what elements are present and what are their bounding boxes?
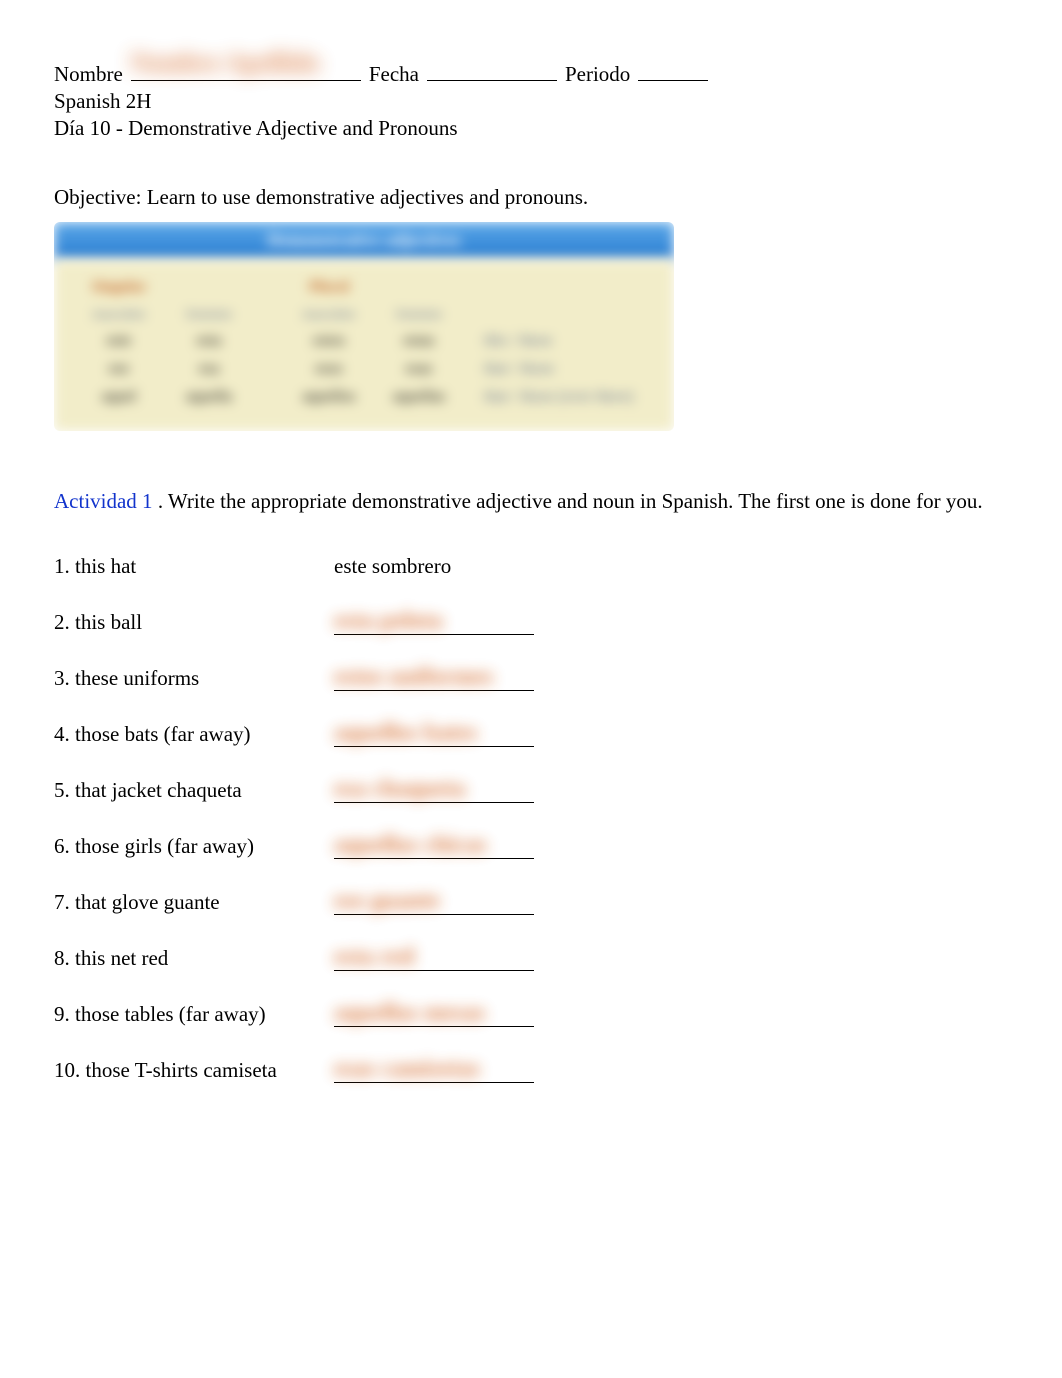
chart-title: Demonstrative adjectives bbox=[54, 222, 674, 260]
cell: este bbox=[74, 332, 164, 350]
lesson-title: Día 10 - Demonstrative Adjective and Pro… bbox=[54, 116, 1008, 141]
activity-prompt: 8. this net red bbox=[54, 946, 334, 971]
cell: aquellos bbox=[284, 388, 374, 406]
chart-row-1: este esta estos estas this / these bbox=[74, 327, 654, 355]
activity-answer: este sombrero bbox=[334, 554, 694, 579]
cell-gloss: that / those bbox=[464, 360, 654, 378]
activity-answer[interactable]: esta pelota bbox=[334, 612, 694, 635]
nombre-blank[interactable] bbox=[131, 60, 361, 81]
chart-group-singular: Singular bbox=[74, 279, 164, 296]
fecha-blank[interactable] bbox=[427, 60, 557, 81]
activity-1: Actividad 1 . Write the appropriate demo… bbox=[54, 487, 1008, 515]
periodo-label: Periodo bbox=[565, 62, 630, 87]
activity-prompt: 4. those bats (far away) bbox=[54, 722, 334, 747]
cell: esas bbox=[374, 360, 464, 378]
answer-blank[interactable] bbox=[334, 836, 534, 859]
activity-item: 6. those girls (far away)aquellas chicas bbox=[54, 831, 1008, 859]
answer-blank[interactable] bbox=[334, 892, 534, 915]
activity-prompt: 1. this hat bbox=[54, 554, 334, 579]
cell-gloss: that / those (over there) bbox=[464, 388, 654, 406]
activity-answer[interactable]: esta red bbox=[334, 948, 694, 971]
activity-prompt: 6. those girls (far away) bbox=[54, 834, 334, 859]
chart-body: Singular Plural masculine feminine mascu… bbox=[54, 260, 674, 431]
activity-item: 3. these uniformsestos uniformes bbox=[54, 663, 1008, 691]
activity-answer[interactable]: esa chaqueta bbox=[334, 780, 694, 803]
chart-group-plural: Plural bbox=[284, 279, 374, 296]
periodo-blank[interactable] bbox=[638, 60, 708, 81]
activity-answer[interactable]: ese guante bbox=[334, 892, 694, 915]
answer-blank[interactable] bbox=[334, 780, 534, 803]
cell: aquellas bbox=[374, 388, 464, 406]
activity-item: 1. this hateste sombrero bbox=[54, 551, 1008, 579]
cell: esos bbox=[284, 360, 374, 378]
header-line-1: Nombre Fecha Periodo bbox=[54, 60, 1008, 87]
activity-prompt: 2. this ball bbox=[54, 610, 334, 635]
activity-prompt: 5. that jacket chaqueta bbox=[54, 778, 334, 803]
chart-sub-fem-2: feminine bbox=[374, 306, 464, 322]
demonstrative-adjectives-chart: Demonstrative adjectives Singular Plural… bbox=[54, 222, 674, 431]
objective-text: Objective: Learn to use demonstrative ad… bbox=[54, 185, 1008, 210]
chart-sub-fem-1: feminine bbox=[164, 306, 254, 322]
activity-label: Actividad 1 bbox=[54, 489, 153, 513]
activity-item: 7. that glove guanteese guante bbox=[54, 887, 1008, 915]
answer-text: este sombrero bbox=[334, 554, 694, 579]
answer-blank[interactable] bbox=[334, 724, 534, 747]
answer-blank[interactable] bbox=[334, 948, 534, 971]
activity-item: 4. those bats (far away)aquellos bates bbox=[54, 719, 1008, 747]
cell: estos bbox=[284, 332, 374, 350]
activity-prompt: 3. these uniforms bbox=[54, 666, 334, 691]
fecha-label: Fecha bbox=[369, 62, 419, 87]
answer-blank[interactable] bbox=[334, 1060, 534, 1083]
activity-item: 10. those T-shirts camisetaesas camiseta… bbox=[54, 1055, 1008, 1083]
answer-blank[interactable] bbox=[334, 668, 534, 691]
activity-prompt: 10. those T-shirts camiseta bbox=[54, 1058, 334, 1083]
chart-row-3: aquel aquella aquellos aquellas that / t… bbox=[74, 383, 654, 411]
activity-item: 9. those tables (far away)aquellas mesas bbox=[54, 999, 1008, 1027]
activity-item: 8. this net redesta red bbox=[54, 943, 1008, 971]
activity-item: 2. this ballesta pelota bbox=[54, 607, 1008, 635]
cell: ese bbox=[74, 360, 164, 378]
chart-row-2: ese esa esos esas that / those bbox=[74, 355, 654, 383]
chart-subheader-row: masculine feminine masculine feminine bbox=[74, 301, 654, 327]
activity-answer[interactable]: aquellas mesas bbox=[334, 1004, 694, 1027]
course-name: Spanish 2H bbox=[54, 89, 1008, 114]
activity-answer[interactable]: aquellos bates bbox=[334, 724, 694, 747]
activity-prompt: 9. those tables (far away) bbox=[54, 1002, 334, 1027]
chart-sub-masc-2: masculine bbox=[284, 306, 374, 322]
activity-answer[interactable]: estos uniformes bbox=[334, 668, 694, 691]
chart-group-row: Singular Plural bbox=[74, 274, 654, 301]
nombre-label: Nombre bbox=[54, 62, 123, 87]
cell: esa bbox=[164, 360, 254, 378]
cell: estas bbox=[374, 332, 464, 350]
cell-gloss: this / these bbox=[464, 332, 654, 350]
activity-instructions: . Write the appropriate demonstrative ad… bbox=[158, 489, 983, 513]
chart-sub-masc-1: masculine bbox=[74, 306, 164, 322]
activity-prompt: 7. that glove guante bbox=[54, 890, 334, 915]
activity-answer[interactable]: esas camisetas bbox=[334, 1060, 694, 1083]
cell: aquel bbox=[74, 388, 164, 406]
activity-item: 5. that jacket chaquetaesa chaqueta bbox=[54, 775, 1008, 803]
activity-answer[interactable]: aquellas chicas bbox=[334, 836, 694, 859]
answer-blank[interactable] bbox=[334, 612, 534, 635]
answer-blank[interactable] bbox=[334, 1004, 534, 1027]
activity-list: 1. this hateste sombrero2. this ballesta… bbox=[54, 551, 1008, 1083]
cell: esta bbox=[164, 332, 254, 350]
cell: aquella bbox=[164, 388, 254, 406]
